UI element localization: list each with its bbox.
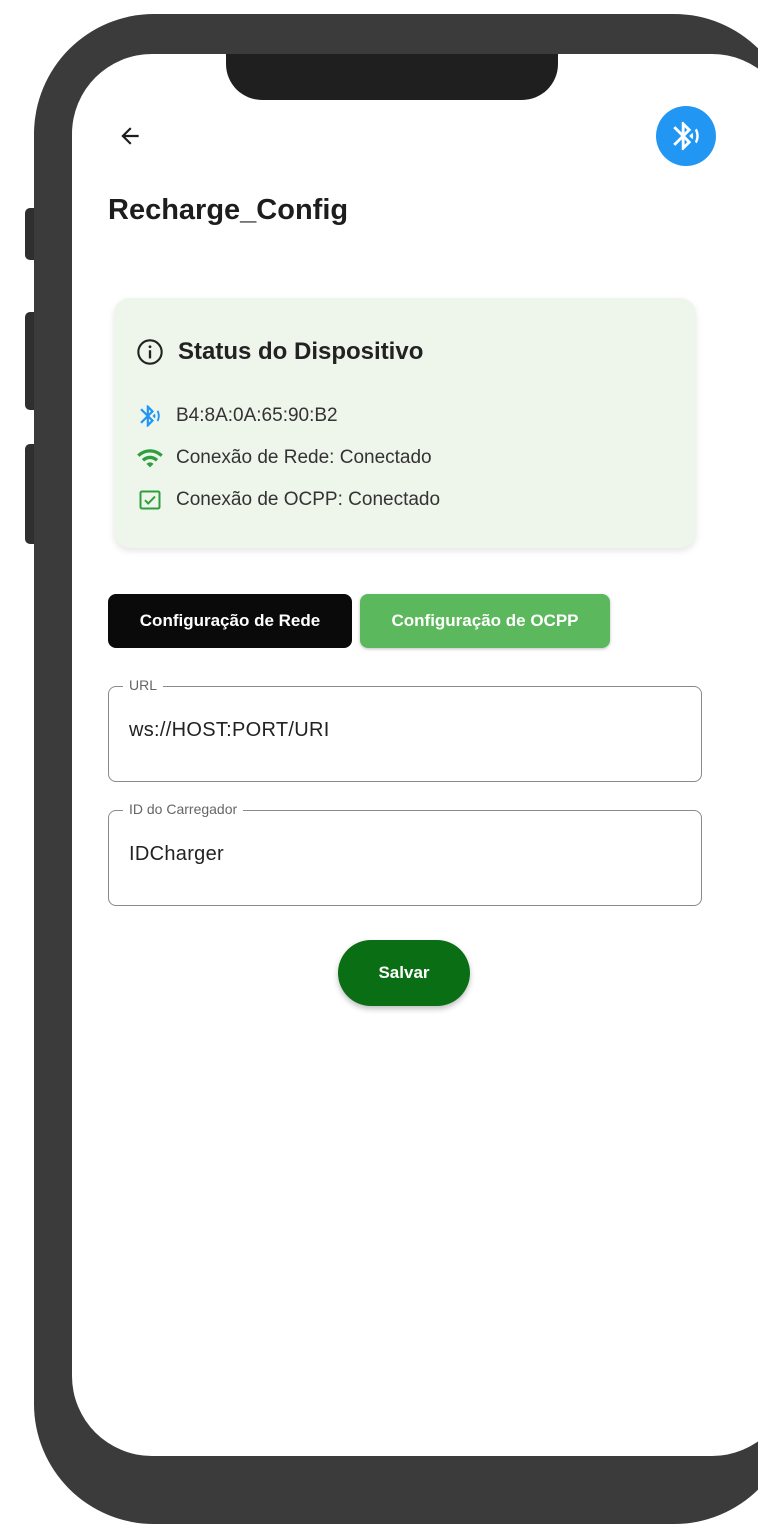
url-field-label: URL: [123, 677, 164, 693]
device-mac-address: B4:8A:0A:65:90:B2: [176, 405, 338, 426]
back-button[interactable]: [112, 118, 148, 154]
bluetooth-icon: [136, 402, 164, 430]
url-field[interactable]: URL ws://HOST:PORT/URI: [108, 677, 702, 782]
tab-network-config[interactable]: Configuração de Rede: [108, 594, 352, 648]
save-button[interactable]: Salvar: [338, 940, 470, 1006]
status-card-title: Status do Dispositivo: [178, 338, 424, 365]
status-row-bluetooth: B4:8A:0A:65:90:B2: [136, 402, 338, 430]
charger-id-field[interactable]: ID do Carregador IDCharger: [108, 801, 702, 906]
checkbox-icon: [136, 486, 164, 514]
bluetooth-button[interactable]: [656, 106, 716, 166]
ocpp-status-text: Conexão de OCPP: Conectado: [176, 489, 441, 510]
page-title: Recharge_Config: [108, 194, 349, 226]
charger-id-field-value: IDCharger: [129, 843, 224, 865]
notch: [226, 54, 558, 100]
url-field-value: ws://HOST:PORT/URI: [129, 719, 330, 741]
bluetooth-searching-icon: [673, 121, 699, 151]
phone-screen: Recharge_Config Status do Dispositivo B4…: [72, 54, 758, 1456]
status-card-header: Status do Dispositivo: [136, 338, 423, 366]
status-card: Status do Dispositivo B4:8A:0A:65:90:B2 …: [114, 298, 696, 548]
arrow-left-icon: [121, 127, 139, 145]
wifi-icon: [136, 444, 164, 472]
tab-ocpp-config[interactable]: Configuração de OCPP: [360, 594, 610, 648]
status-row-ocpp: Conexão de OCPP: Conectado: [136, 486, 440, 514]
network-status-text: Conexão de Rede: Conectado: [176, 447, 432, 468]
charger-id-field-label: ID do Carregador: [123, 801, 244, 817]
status-row-network: Conexão de Rede: Conectado: [136, 444, 432, 472]
info-icon: [137, 339, 163, 365]
